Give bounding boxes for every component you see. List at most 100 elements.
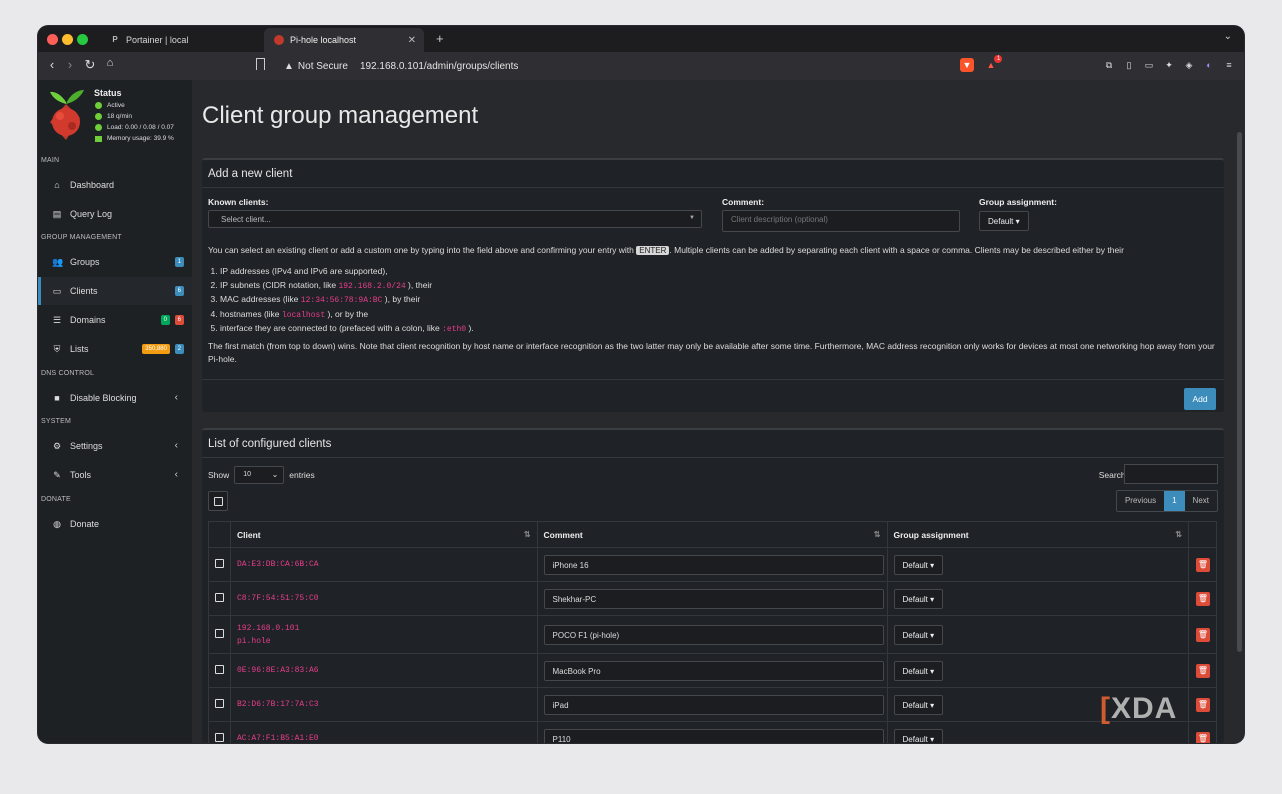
trash-icon[interactable]: 🗑 <box>1195 627 1210 642</box>
comment-input[interactable]: P110 <box>543 728 884 743</box>
url-bar[interactable]: ▲ Not Secure 192.168.0.101/admin/groups/… <box>284 55 1034 77</box>
entries-select[interactable]: 10 ⌄ <box>234 466 285 484</box>
close-tab-icon[interactable]: ✕ <box>408 35 416 46</box>
next-page-button[interactable]: Next <box>1185 491 1217 511</box>
section-main: MAIN <box>41 157 60 164</box>
group-dropdown[interactable]: Default ▾ <box>893 694 944 715</box>
divider <box>202 187 1224 188</box>
row-checkbox-cell[interactable] <box>208 653 231 688</box>
tab-pihole[interactable]: Pi-hole localhost ✕ <box>264 28 424 52</box>
list-item: hostnames (like localhost ), or by the <box>220 308 474 323</box>
group-cell: Default ▾ <box>886 615 1189 654</box>
add-client-title: Add a new client <box>208 168 293 180</box>
extensions-icon[interactable]: ⧉ <box>1102 58 1116 72</box>
xda-bracket-icon: [ <box>1100 692 1111 725</box>
leo-ai-icon[interactable]: ✦ <box>1162 58 1176 72</box>
comment-input[interactable]: MacBook Pro <box>543 660 884 681</box>
bookmark-icon[interactable] <box>256 58 265 70</box>
reload-icon[interactable]: ↻ <box>82 57 98 73</box>
sidebar-item-tools[interactable]: ✎ Tools ‹ <box>38 461 192 489</box>
sidebar-item-domains[interactable]: ☰ Domains 0 6 <box>38 306 192 334</box>
row-checkbox-cell[interactable] <box>208 615 231 654</box>
sidebar-item-dashboard[interactable]: ⌂ Dashboard <box>38 171 192 199</box>
comment-input[interactable]: Client description (optional) <box>722 210 960 232</box>
chevron-down-icon: ⌄ <box>271 470 279 479</box>
column-header-client[interactable]: Client ⇅ <box>229 521 538 548</box>
minimize-window-button[interactable] <box>62 34 73 45</box>
group-dropdown[interactable]: Default ▾ <box>893 624 944 645</box>
sidebar-item-query-log[interactable]: ▤ Query Log <box>38 200 192 228</box>
row-checkbox-cell[interactable] <box>208 721 231 743</box>
close-window-button[interactable] <box>47 34 58 45</box>
maximize-window-button[interactable] <box>77 34 88 45</box>
page-1-button[interactable]: 1 <box>1164 491 1185 511</box>
sidebar-icon[interactable]: ▯ <box>1122 58 1136 72</box>
column-header-group[interactable]: Group assignment ⇅ <box>886 521 1189 548</box>
help-text: You can select an existing client or add… <box>208 245 1124 255</box>
sidebar-item-lists[interactable]: ⛨ Lists 350,880 2 <box>38 335 192 363</box>
checkbox-icon[interactable] <box>215 559 224 568</box>
comment-cell: POCO F1 (pi-hole) <box>536 615 888 654</box>
sidebar: Status Active 18 q/min Load: 0.00 / 0.08… <box>38 80 192 743</box>
comment-cell: Shekhar-PC <box>536 581 888 616</box>
search-input[interactable] <box>1124 464 1218 484</box>
sidebar-item-donate[interactable]: ◍ Donate <box>38 510 192 538</box>
vpn-icon[interactable]: ◈ <box>1182 58 1196 72</box>
row-checkbox-cell[interactable] <box>208 547 231 582</box>
tab-portainer[interactable]: P Portainer | local <box>100 28 260 52</box>
group-dropdown[interactable]: Default ▾ <box>893 660 944 681</box>
checkbox-icon[interactable] <box>215 665 224 674</box>
menu-icon[interactable]: ≡ <box>1222 58 1236 72</box>
checkbox-icon[interactable] <box>215 733 224 742</box>
checkbox-icon[interactable] <box>215 699 224 708</box>
group-dropdown[interactable]: Default ▾ <box>893 588 944 609</box>
trash-icon[interactable]: 🗑 <box>1195 731 1210 743</box>
new-tab-icon[interactable]: + <box>436 31 444 46</box>
group-assignment-dropdown[interactable]: Default ▾ <box>979 211 1029 231</box>
page-title: Client group management <box>202 102 479 129</box>
trash-icon[interactable]: 🗑 <box>1195 663 1210 678</box>
client-cell: 0E:96:8E:A3:83:A6 <box>229 653 538 688</box>
client-type-list: IP addresses (IPv4 and IPv6 are supporte… <box>220 265 474 337</box>
forward-icon[interactable]: › <box>62 57 78 72</box>
domains-deny-badge: 6 <box>174 315 184 325</box>
checkbox-icon <box>213 496 223 506</box>
table-row: DA:E3:DB:CA:6B:CA iPhone 16 Default ▾ 🗑 <box>208 547 1218 582</box>
known-clients-select[interactable]: Select client... ▼ <box>208 210 702 228</box>
comment-input[interactable]: Shekhar-PC <box>543 588 884 609</box>
row-checkbox-cell[interactable] <box>208 581 231 616</box>
sidebar-item-settings[interactable]: ⚙ Settings ‹ <box>38 432 192 460</box>
profile-icon[interactable]: ◐ <box>1202 58 1216 72</box>
group-dropdown[interactable]: Default ▾ <box>893 728 944 743</box>
trash-icon[interactable]: 🗑 <box>1195 697 1210 712</box>
status-load: Load: 0.00 / 0.08 / 0.07 <box>95 124 174 131</box>
comment-cell: P110 <box>536 721 888 743</box>
brave-rewards-icon[interactable]: ▲ 1 <box>984 55 1002 72</box>
checkbox-icon[interactable] <box>215 629 224 638</box>
checkbox-icon[interactable] <box>215 593 224 602</box>
sort-icon: ⇅ <box>523 530 531 539</box>
sidebar-item-disable-blocking[interactable]: ■ Disable Blocking ‹ <box>38 384 192 412</box>
sidebar-item-clients[interactable]: ▭ Clients 6 <box>38 277 192 305</box>
previous-page-button[interactable]: Previous <box>1117 491 1164 511</box>
row-checkbox-cell[interactable] <box>208 687 231 722</box>
trash-icon[interactable]: 🗑 <box>1195 557 1210 572</box>
chevron-down-icon[interactable]: ⌄ <box>1224 31 1232 42</box>
warning-icon: ▲ <box>284 60 294 72</box>
group-dropdown[interactable]: Default ▾ <box>893 554 944 575</box>
add-button[interactable]: Add <box>1184 388 1216 410</box>
stop-icon: ■ <box>54 393 60 403</box>
comment-input[interactable]: POCO F1 (pi-hole) <box>543 624 884 645</box>
sidebar-item-groups[interactable]: 👥 Groups 1 <box>38 248 192 276</box>
comment-input[interactable]: iPad <box>543 694 884 715</box>
wallet-icon[interactable]: ▭ <box>1142 58 1156 72</box>
back-icon[interactable]: ‹ <box>44 57 60 72</box>
trash-icon[interactable]: 🗑 <box>1195 591 1210 606</box>
home-icon[interactable]: ⌂ <box>102 57 118 69</box>
page-scrollbar[interactable] <box>1237 132 1242 652</box>
brave-shields-icon[interactable]: ▼ <box>960 58 974 72</box>
column-header-comment[interactable]: Comment ⇅ <box>536 521 888 548</box>
select-all-button[interactable] <box>208 491 228 511</box>
sort-icon: ⇅ <box>873 530 881 539</box>
comment-input[interactable]: iPhone 16 <box>543 554 884 575</box>
